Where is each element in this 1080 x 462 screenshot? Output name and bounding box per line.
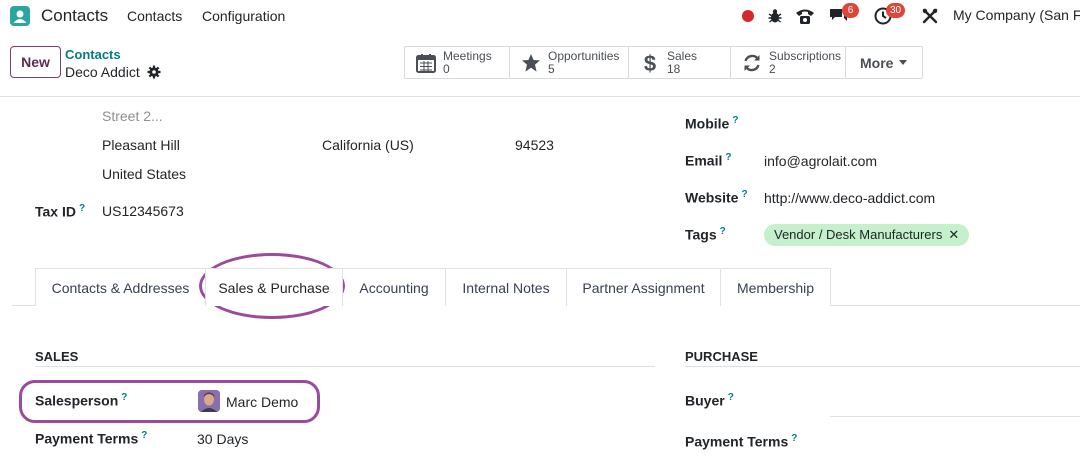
more-button[interactable]: More xyxy=(846,47,922,78)
city-input[interactable]: Pleasant Hill xyxy=(102,137,180,153)
help-icon[interactable]: ? xyxy=(121,392,127,403)
state-select[interactable]: California (US) xyxy=(322,137,414,153)
remove-tag-icon[interactable]: ✕ xyxy=(948,227,959,242)
salesperson-label: Salesperson? xyxy=(35,392,128,409)
help-icon[interactable]: ? xyxy=(725,152,731,163)
subscriptions-label: Subscriptions xyxy=(769,48,842,63)
purchase-section-title: PURCHASE xyxy=(685,349,758,364)
website-input[interactable]: http://www.deco-addict.com xyxy=(764,190,935,206)
menu-configuration[interactable]: Configuration xyxy=(202,8,285,24)
payment-terms-label: Payment Terms? xyxy=(35,430,148,447)
avatar xyxy=(198,390,220,412)
bug-icon[interactable] xyxy=(765,6,785,26)
website-label: Website? xyxy=(685,189,748,206)
tab-partner-assignment[interactable]: Partner Assignment xyxy=(566,268,721,306)
sales-smart-button[interactable]: $ Sales 18 xyxy=(629,47,731,78)
gear-icon[interactable] xyxy=(147,65,161,79)
activity-badge: 30 xyxy=(886,3,906,18)
help-icon[interactable]: ? xyxy=(141,430,147,441)
help-icon[interactable]: ? xyxy=(728,392,734,403)
new-button[interactable]: New xyxy=(10,46,61,78)
tax-id-input[interactable]: US12345673 xyxy=(102,203,184,219)
tab-sales-purchase[interactable]: Sales & Purchase xyxy=(205,268,343,306)
svg-text:$: $ xyxy=(644,52,656,74)
buyer-input[interactable] xyxy=(830,416,1080,417)
refresh-icon xyxy=(741,52,763,74)
opportunities-label: Opportunities xyxy=(548,48,620,63)
tag-label: Vendor / Desk Manufacturers xyxy=(774,227,943,242)
payment-terms-input[interactable]: 30 Days xyxy=(197,431,248,447)
tab-contacts-addresses[interactable]: Contacts & Addresses xyxy=(35,268,206,306)
meetings-count: 0 xyxy=(443,61,450,76)
app-name[interactable]: Contacts xyxy=(41,6,108,26)
tools-icon[interactable] xyxy=(920,6,940,26)
smart-buttons: Meetings 0 Opportunities 5 $ Sales 18 Subsc… xyxy=(404,46,924,79)
zip-input[interactable]: 94523 xyxy=(515,137,554,153)
sales-section-divider xyxy=(35,366,655,367)
control-panel: New Contacts Deco Addict Meetings 0 Oppor… xyxy=(0,32,1080,97)
help-icon[interactable]: ? xyxy=(732,115,738,126)
meetings-label: Meetings xyxy=(443,48,492,63)
record-icon[interactable] xyxy=(738,6,758,26)
chat-badge: 6 xyxy=(842,3,859,18)
opportunities-smart-button[interactable]: Opportunities 5 xyxy=(510,47,629,78)
sales-count: 18 xyxy=(667,61,681,76)
purchase-section-divider xyxy=(685,366,1080,367)
street2-input[interactable]: Street 2... xyxy=(102,108,163,124)
tab-internal-notes[interactable]: Internal Notes xyxy=(445,268,567,306)
caret-down-icon xyxy=(899,59,908,65)
sales-label: Sales xyxy=(667,48,698,63)
top-navbar: Contacts Contacts Configuration 6 30 My … xyxy=(0,0,1080,32)
phone-icon[interactable] xyxy=(795,6,815,26)
breadcrumb-parent[interactable]: Contacts xyxy=(65,47,121,62)
tags-label: Tags? xyxy=(685,226,726,243)
country-select[interactable]: United States xyxy=(102,166,186,182)
dollar-icon: $ xyxy=(639,52,661,74)
salesperson-input[interactable]: Marc Demo xyxy=(226,394,298,410)
calendar-icon xyxy=(415,52,437,74)
mobile-label: Mobile? xyxy=(685,115,739,132)
menu-contacts[interactable]: Contacts xyxy=(127,8,182,24)
subscriptions-count: 2 xyxy=(769,61,776,76)
contacts-app-icon[interactable] xyxy=(10,6,30,26)
help-icon[interactable]: ? xyxy=(79,203,85,214)
sales-section-title: SALES xyxy=(35,349,79,364)
help-icon[interactable]: ? xyxy=(741,189,747,200)
tab-membership[interactable]: Membership xyxy=(720,268,831,306)
help-icon[interactable]: ? xyxy=(720,226,726,237)
more-label: More xyxy=(860,54,894,71)
purchase-payment-terms-label: Payment Terms? xyxy=(685,433,798,450)
email-label: Email? xyxy=(685,152,732,169)
tab-accounting[interactable]: Accounting xyxy=(342,268,446,306)
breadcrumb-current: Deco Addict xyxy=(65,64,140,80)
star-icon xyxy=(520,52,542,74)
help-icon[interactable]: ? xyxy=(791,433,797,444)
meetings-smart-button[interactable]: Meetings 0 xyxy=(405,47,510,78)
opportunities-count: 5 xyxy=(548,61,555,76)
tag-badge[interactable]: Vendor / Desk Manufacturers ✕ xyxy=(764,224,970,246)
company-switcher[interactable]: My Company (San Fr xyxy=(953,7,1080,23)
buyer-label: Buyer? xyxy=(685,392,734,409)
tax-id-label: Tax ID? xyxy=(35,203,86,220)
subscriptions-smart-button[interactable]: Subscriptions 2 xyxy=(731,47,846,78)
email-input[interactable]: info@agrolait.com xyxy=(764,153,877,169)
